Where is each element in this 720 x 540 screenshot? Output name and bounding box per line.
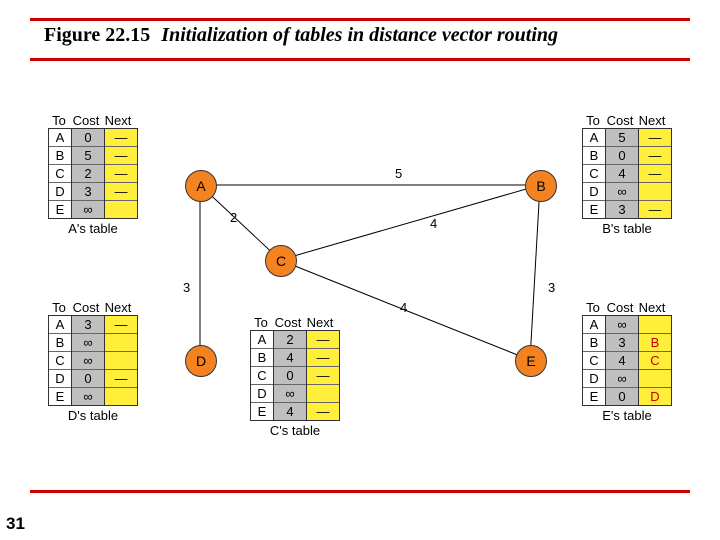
node-a: A <box>185 170 217 202</box>
edge-label-ce: 4 <box>400 300 407 315</box>
figure-caption: Figure 22.15 Initialization of tables in… <box>44 24 558 47</box>
network-graph <box>0 0 720 540</box>
figure-title: Initialization of tables in distance vec… <box>161 24 558 46</box>
table-caption-a: A's table <box>48 221 138 236</box>
table-caption-d: D's table <box>48 408 138 423</box>
edge-label-ab: 5 <box>395 166 402 181</box>
bottom-rule <box>30 490 690 493</box>
node-b: B <box>525 170 557 202</box>
figure-number: Figure 22.15 <box>44 24 150 46</box>
table-caption-e: E's table <box>582 408 672 423</box>
table-caption-b: B's table <box>582 221 672 236</box>
routing-table-a: To Cost Next A B C D E 0 5 2 3 ∞ — — — —… <box>48 113 138 236</box>
edge-label-be: 3 <box>548 280 555 295</box>
mid-rule <box>30 58 690 61</box>
node-c: C <box>265 245 297 277</box>
node-e: E <box>515 345 547 377</box>
routing-table-b: To Cost Next A B C D E 5 0 4 ∞ 3 — — — —… <box>582 113 672 236</box>
edge-label-ac: 2 <box>230 210 237 225</box>
routing-table-d: To Cost Next A B C D E 3 ∞ ∞ 0 ∞ — — D's… <box>48 300 138 423</box>
edge-label-ad: 3 <box>183 280 190 295</box>
node-d: D <box>185 345 217 377</box>
top-rule <box>30 18 690 21</box>
routing-table-e: To Cost Next A B C D E ∞ 3 4 ∞ 0 B C D E… <box>582 300 672 423</box>
edge-label-bc: 4 <box>430 216 437 231</box>
table-caption-c: C's table <box>250 423 340 438</box>
page-number: 31 <box>6 514 25 534</box>
routing-table-c: To Cost Next A B C D E 2 4 0 ∞ 4 — — — —… <box>250 315 340 438</box>
